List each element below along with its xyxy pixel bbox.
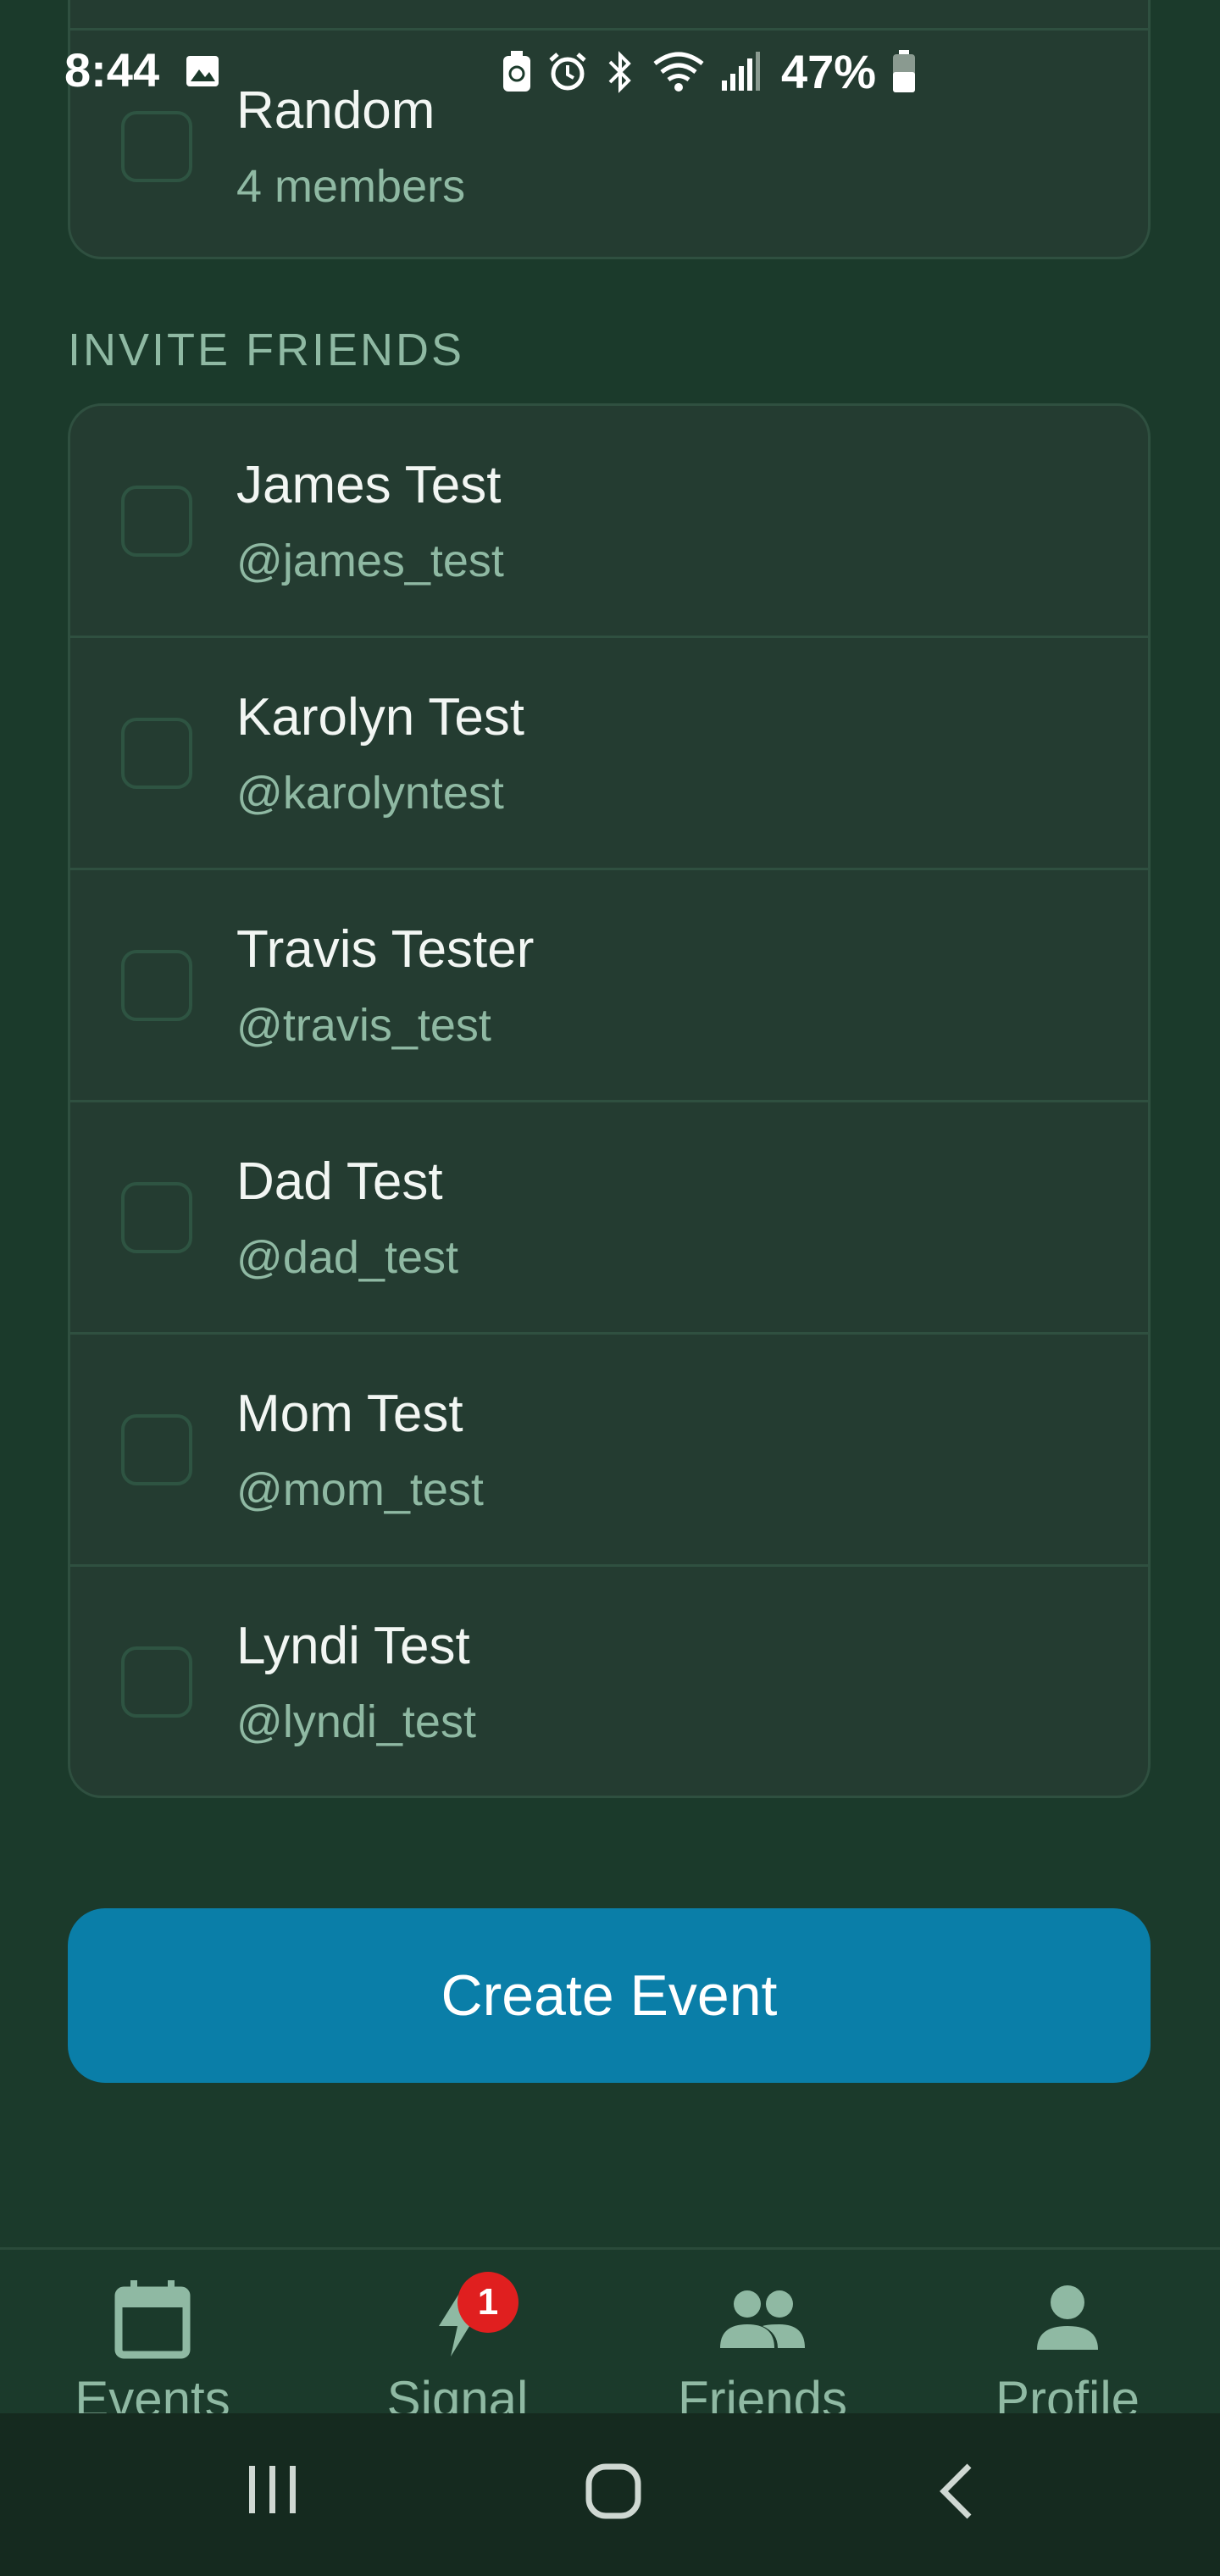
tab-friends[interactable]: Friends: [610, 2250, 915, 2428]
friend-name: Travis Tester: [236, 920, 535, 979]
friend-handle: @travis_test: [236, 1000, 491, 1051]
friend-handle: @james_test: [236, 536, 504, 586]
battery-percentage: 47%: [781, 45, 877, 98]
wifi-icon: [653, 52, 704, 92]
friend-checkbox[interactable]: [121, 950, 192, 1021]
friend-row[interactable]: Mom Test @mom_test: [70, 1335, 1148, 1567]
gallery-icon: [186, 56, 219, 86]
person-icon: [1037, 2285, 1098, 2350]
recent-apps-icon[interactable]: [246, 2462, 300, 2517]
notification-badge: 1: [458, 2272, 518, 2333]
status-bar: 8:44 47%: [0, 0, 1220, 144]
system-nav-bar: [0, 2413, 1220, 2576]
friend-handle: @dad_test: [236, 1232, 458, 1283]
friend-name: Mom Test: [236, 1385, 463, 1443]
friend-name: James Test: [236, 456, 502, 514]
people-icon: [720, 2290, 805, 2348]
friend-name: Lyndi Test: [236, 1617, 470, 1675]
friend-handle: @lyndi_test: [236, 1696, 476, 1747]
invite-friends-heading: INVITE FRIENDS: [68, 325, 465, 375]
tab-signal[interactable]: Signal: [305, 2250, 610, 2428]
create-event-button[interactable]: Create Event: [68, 1908, 1151, 2083]
friend-checkbox[interactable]: [121, 1414, 192, 1485]
status-time: 8:44: [64, 43, 160, 97]
status-icons: 47%: [502, 44, 917, 99]
tab-profile[interactable]: Profile: [915, 2250, 1220, 2428]
friend-name: Karolyn Test: [236, 688, 525, 747]
friend-row[interactable]: Dad Test @dad_test: [70, 1102, 1148, 1335]
friend-row[interactable]: Lyndi Test @lyndi_test: [70, 1567, 1148, 1796]
battery-saver-icon: [503, 50, 530, 92]
group-member-count: 4 members: [236, 161, 466, 212]
friend-row[interactable]: James Test @james_test: [70, 406, 1148, 638]
friend-name: Dad Test: [236, 1152, 443, 1211]
friend-checkbox[interactable]: [121, 1182, 192, 1253]
friends-list-card: James Test @james_test Karolyn Test @kar…: [68, 403, 1151, 1798]
bluetooth-icon: [608, 50, 631, 93]
friend-checkbox[interactable]: [121, 1646, 192, 1718]
friend-checkbox[interactable]: [121, 718, 192, 789]
battery-icon: [893, 49, 916, 92]
bottom-tab-bar: Events Signal 1 Friends Profile: [0, 2247, 1220, 2428]
back-icon[interactable]: [935, 2461, 976, 2522]
friend-checkbox[interactable]: [121, 486, 192, 557]
friend-handle: @karolyntest: [236, 768, 504, 819]
friend-row[interactable]: Karolyn Test @karolyntest: [70, 638, 1148, 870]
calendar-icon: [114, 2280, 191, 2359]
friend-row[interactable]: Travis Tester @travis_test: [70, 870, 1148, 1102]
tab-events[interactable]: Events: [0, 2250, 305, 2428]
friend-handle: @mom_test: [236, 1464, 484, 1515]
signal-icon: [722, 51, 760, 91]
home-icon[interactable]: [585, 2462, 642, 2520]
alarm-icon: [549, 52, 586, 90]
